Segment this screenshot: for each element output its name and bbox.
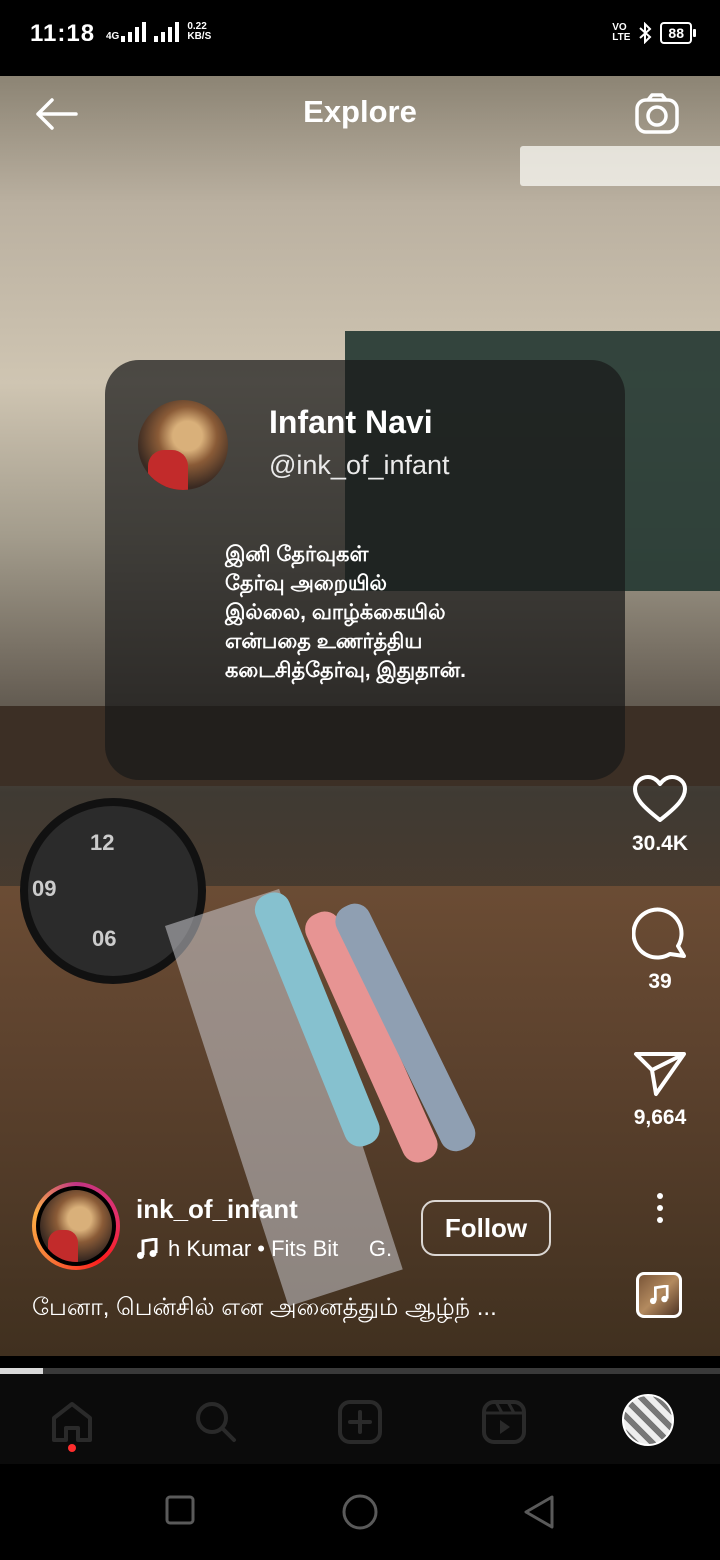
music-note-icon [137, 1238, 158, 1259]
card-quote-text: இனி தேர்வுகள் தேர்வு அறையில் இல்லை, வாழ்… [225, 543, 466, 682]
like-action[interactable]: 30.4K [620, 774, 700, 856]
create-icon[interactable] [336, 1398, 384, 1446]
profile-avatar[interactable] [622, 1394, 674, 1446]
volte-icon: VO LTE [612, 22, 631, 43]
back-button[interactable] [522, 1494, 556, 1530]
share-count: 9,664 [633, 1106, 687, 1129]
bluetooth-icon [639, 22, 652, 44]
status-bar: 11:18 4G 0.22 KB/S VO LTE 88 [0, 0, 720, 56]
camera-icon[interactable] [634, 92, 680, 136]
share-icon[interactable] [632, 1048, 688, 1098]
audio-thumbnail[interactable] [636, 1272, 682, 1318]
comment-count: 39 [648, 970, 672, 993]
cell-signal-2-icon [154, 22, 180, 42]
bottom-nav [0, 1374, 720, 1464]
card-author-name: Infant Navi [269, 404, 433, 440]
post-caption[interactable]: பேனா, பென்சில் என அனைத்தும் ஆழ்ந் ... [32, 1294, 592, 1324]
status-time: 11:18 [30, 20, 96, 47]
follow-button[interactable]: Follow [421, 1200, 551, 1256]
music-note-icon [649, 1285, 669, 1305]
status-left-icons: 4G 0.22 KB/S [106, 22, 211, 42]
home-notification-dot [68, 1444, 76, 1452]
post-author-avatar[interactable] [32, 1182, 120, 1270]
heart-icon[interactable] [632, 774, 688, 824]
card-author-handle: @ink_of_infant [269, 450, 450, 480]
comment-icon[interactable] [632, 906, 688, 962]
comment-action[interactable]: 39 [620, 906, 700, 994]
page-title: Explore [303, 94, 417, 129]
quote-card: Infant Navi @ink_of_infant இனி தேர்வுகள்… [105, 360, 625, 780]
home-icon[interactable] [48, 1398, 96, 1446]
audio-info[interactable]: h Kumar • Fits Bit G. [136, 1236, 392, 1262]
network-type: 4G [106, 31, 120, 42]
battery-icon: 88 [660, 22, 696, 44]
more-options-icon[interactable] [652, 1192, 668, 1224]
ceiling-lamp [520, 146, 720, 186]
card-avatar [138, 400, 228, 490]
status-right-icons: VO LTE 88 [612, 22, 696, 44]
recents-button[interactable] [164, 1494, 196, 1526]
post-username[interactable]: ink_of_infant [136, 1194, 298, 1225]
search-icon[interactable] [192, 1398, 240, 1446]
audio-text: h Kumar • Fits Bit G. [168, 1236, 393, 1261]
network-speed: 0.22 KB/S [187, 21, 212, 42]
system-nav-bar [0, 1464, 720, 1560]
reels-icon[interactable] [480, 1398, 528, 1446]
share-action[interactable]: 9,664 [620, 1048, 700, 1130]
home-button[interactable] [340, 1494, 380, 1534]
cell-signal-1-icon: 4G [106, 22, 147, 42]
like-count: 30.4K [631, 832, 689, 855]
